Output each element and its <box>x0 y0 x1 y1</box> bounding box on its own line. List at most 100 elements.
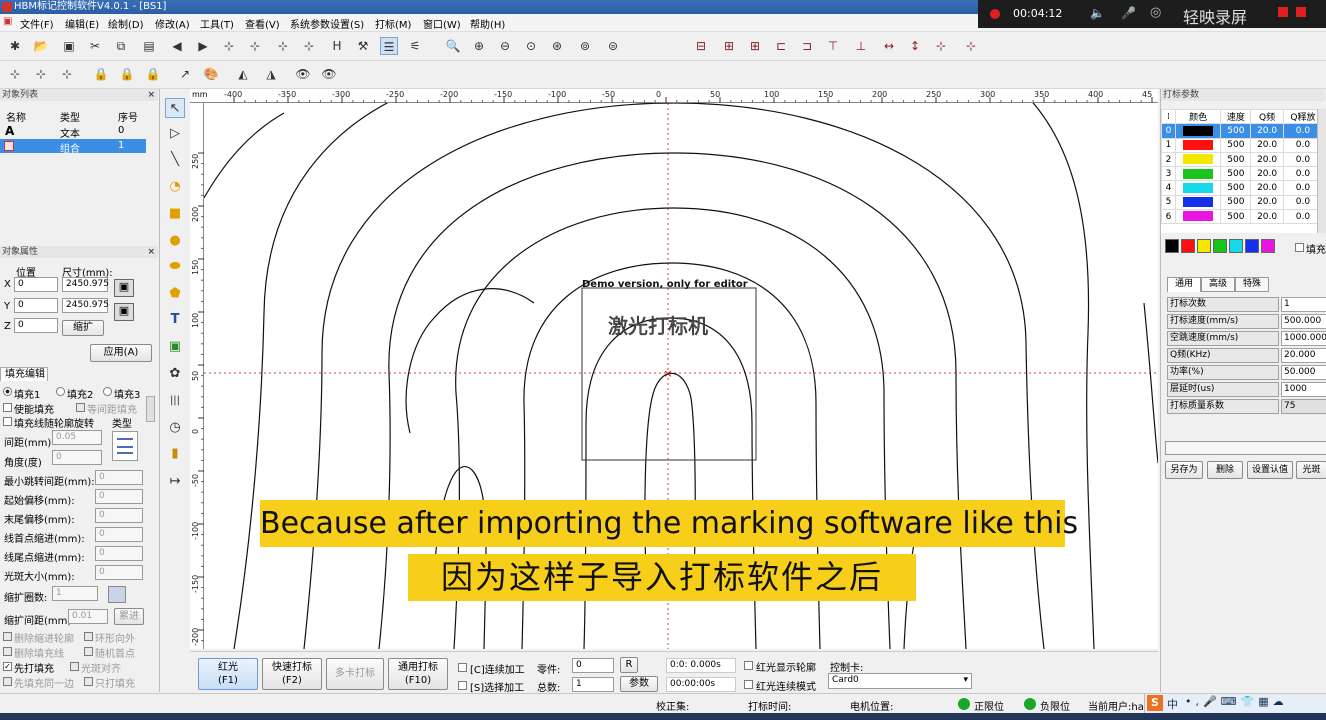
align-tool-3-icon[interactable]: ⊏ <box>772 37 790 55</box>
line-tool-icon[interactable]: ╲ <box>165 150 185 170</box>
shrink-spacing-input[interactable]: 0.01 <box>68 609 108 624</box>
x-position-input[interactable]: 0 <box>14 277 58 292</box>
align-tool-5-icon[interactable]: ⊤ <box>824 37 842 55</box>
fill-rotate-checkbox[interactable] <box>3 417 12 426</box>
red-continuous-checkbox[interactable] <box>744 680 753 689</box>
line-end-indent-input[interactable]: 0 <box>95 546 143 561</box>
anchor-icon[interactable]: ▣ <box>114 303 134 321</box>
layer-row[interactable]: 2 500 20.0 0.0 <box>1161 151 1324 168</box>
fill-scrollbar[interactable] <box>146 396 155 422</box>
spot-align-checkbox[interactable] <box>70 662 79 671</box>
end-offset-input[interactable]: 0 <box>95 508 143 523</box>
quick-mark-button[interactable]: 快速打标 (F2) <box>262 658 322 690</box>
fill-type-selector[interactable] <box>112 431 138 461</box>
select-tool-icon[interactable]: ↖ <box>165 98 185 118</box>
spacing-input[interactable]: 0.05 <box>52 430 102 445</box>
align-tool-10-icon[interactable]: ⊹ <box>962 37 980 55</box>
layer-color[interactable] <box>1174 166 1222 182</box>
param-value-input[interactable]: 1000 <box>1281 382 1326 397</box>
edit-tool-1-icon[interactable]: ⊹ <box>32 65 50 83</box>
multi-card-button[interactable]: 多卡打标 <box>326 658 384 690</box>
close-recorder-icon[interactable] <box>1296 7 1306 17</box>
fill3-radio[interactable] <box>103 387 112 396</box>
start-offset-input[interactable]: 0 <box>95 489 143 504</box>
menu-modify[interactable]: 修改(A) <box>155 16 190 31</box>
node-tool-icon[interactable]: ▷ <box>165 124 185 144</box>
align-tool-6-icon[interactable]: ⊥ <box>852 37 870 55</box>
tab-advanced[interactable]: 高级 <box>1201 277 1235 292</box>
curve-tool-icon[interactable]: ◔ <box>165 177 185 197</box>
node-add-icon[interactable]: ⊹ <box>274 37 292 55</box>
random-start-checkbox[interactable] <box>84 647 93 656</box>
ellipse-tool-icon[interactable]: ⬬ <box>165 257 185 277</box>
layer-row[interactable]: 1 500 20.0 0.0 <box>1161 137 1324 153</box>
param-value-input[interactable]: 20.000 <box>1281 348 1326 363</box>
menu-tools[interactable]: 工具(T) <box>200 16 234 31</box>
polygon-tool-icon[interactable]: ⬟ <box>165 284 185 304</box>
set-default-button[interactable]: 设置认值 <box>1247 461 1293 479</box>
palette-color-swatch[interactable] <box>1229 239 1243 253</box>
menu-edit[interactable]: 编辑(E) <box>65 16 99 31</box>
back-icon[interactable]: ◀ <box>168 37 186 55</box>
fill2-radio[interactable] <box>56 387 65 396</box>
layer-color[interactable] <box>1174 209 1222 225</box>
circle-tool-icon[interactable]: ● <box>165 231 185 251</box>
edit-tool-0-icon[interactable]: ⊹ <box>6 65 24 83</box>
layer-color[interactable] <box>1174 194 1222 211</box>
edit-tool-10-icon[interactable]: 👁 <box>294 65 312 83</box>
scale-button[interactable]: 缩扩 <box>62 320 104 336</box>
copy-icon[interactable]: ⧉ <box>112 37 130 55</box>
list-item[interactable]: 组合 1 <box>0 139 146 155</box>
zoom-fit-icon[interactable]: ⊚ <box>576 37 594 55</box>
menu-mark[interactable]: 打标(M) <box>375 16 411 31</box>
min-jump-input[interactable]: 0 <box>95 470 143 485</box>
layer-row[interactable]: 3 500 20.0 0.0 <box>1161 166 1324 182</box>
list-item[interactable]: A 文本 0 <box>0 124 146 140</box>
param-value-input[interactable]: 1000.000 <box>1281 331 1326 346</box>
fill-checkbox[interactable] <box>1295 243 1304 252</box>
layer-row[interactable]: 6 500 20.0 0.0 <box>1161 209 1324 225</box>
object-list-icon[interactable]: ☰ <box>380 37 398 55</box>
angle-input[interactable]: 0 <box>52 450 102 465</box>
zoom-out-icon[interactable]: ⊖ <box>496 37 514 55</box>
spot-size-input[interactable]: 0 <box>95 565 143 580</box>
calculator-icon[interactable] <box>108 586 126 603</box>
align-tool-7-icon[interactable]: ↔ <box>880 37 898 55</box>
node-select-icon[interactable]: ⊹ <box>220 37 238 55</box>
delete-button[interactable]: 删除 <box>1207 461 1243 479</box>
edit-tool-4-icon[interactable]: 🔒 <box>118 65 136 83</box>
align-tool-1-icon[interactable]: ⊞ <box>720 37 738 55</box>
align-tool-4-icon[interactable]: ⊐ <box>798 37 816 55</box>
stop-icon[interactable] <box>1278 7 1288 17</box>
palette-color-swatch[interactable] <box>1213 239 1227 253</box>
layer-color[interactable] <box>1174 180 1222 196</box>
vector-file-tool-icon[interactable]: ✿ <box>165 364 185 384</box>
zoom-all-icon[interactable]: ⊜ <box>604 37 622 55</box>
node-delete-icon[interactable]: ⊹ <box>300 37 318 55</box>
text-tool-icon[interactable]: T <box>165 310 185 330</box>
accumulate-button[interactable]: 累进 <box>114 608 144 625</box>
line-start-indent-input[interactable]: 0 <box>95 527 143 542</box>
align-tool-8-icon[interactable]: ↕ <box>906 37 924 55</box>
layer-color[interactable] <box>1174 151 1222 168</box>
node-edit-icon[interactable]: ⊹ <box>246 37 264 55</box>
tab-special[interactable]: 特殊 <box>1235 277 1269 292</box>
menu-file[interactable]: 文件(F) <box>20 16 54 31</box>
param-value-input[interactable]: 500.000 <box>1281 314 1326 329</box>
close-icon[interactable]: × <box>147 246 155 258</box>
menu-view[interactable]: 查看(V) <box>245 16 280 31</box>
tab-fill-edit[interactable]: 填充编辑 <box>0 367 48 381</box>
shrink-count-input[interactable]: 1 <box>52 586 98 601</box>
zoom-in-icon[interactable]: ⊕ <box>470 37 488 55</box>
align-tool-2-icon[interactable]: ⊞ <box>746 37 764 55</box>
x-size-input[interactable]: 2450.975 <box>62 277 109 292</box>
param-value-input[interactable]: 50.000 <box>1281 365 1326 380</box>
apply-button[interactable]: 应用(A) <box>90 344 152 362</box>
zoom-icon[interactable]: 🔍 <box>444 37 462 55</box>
io-tool-icon[interactable]: ▮ <box>165 444 185 464</box>
fill1-radio[interactable] <box>3 387 12 396</box>
palette-color-swatch[interactable] <box>1181 239 1195 253</box>
rectangle-tool-icon[interactable]: ■ <box>165 204 185 224</box>
spot-button[interactable]: 光斑 <box>1296 461 1326 479</box>
mic-icon[interactable]: 🎤 <box>1121 6 1136 20</box>
